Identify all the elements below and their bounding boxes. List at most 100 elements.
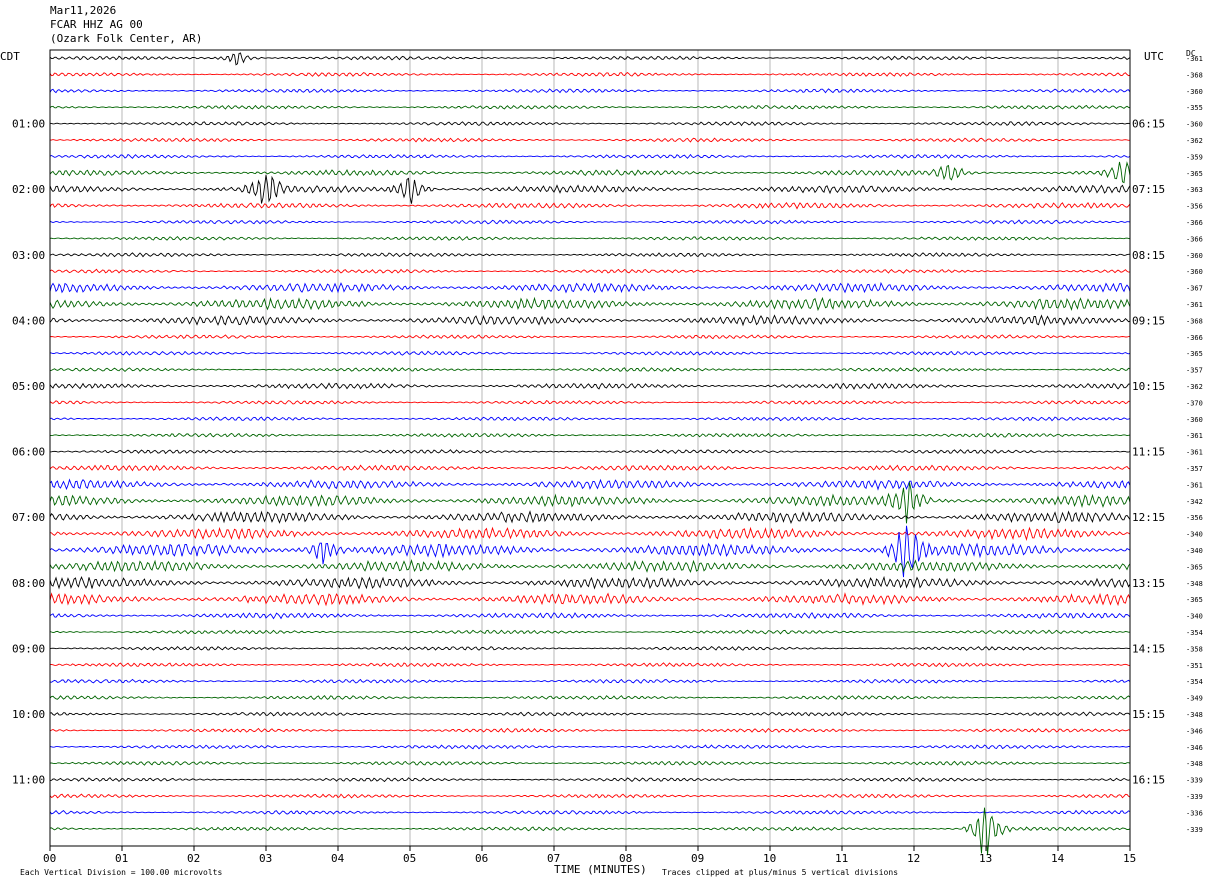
dc-offset-label: -360 [1186, 416, 1203, 424]
dc-offset-label: -346 [1186, 744, 1203, 752]
minute-tick-label: 15 [1123, 852, 1136, 865]
left-hour-label: 08:00 [12, 577, 45, 590]
right-hour-label: 07:15 [1132, 183, 1165, 196]
dc-offset-label: -359 [1186, 153, 1203, 161]
dc-offset-label: -360 [1186, 121, 1203, 129]
dc-offset-label: -368 [1186, 317, 1203, 325]
dc-offset-label: -360 [1186, 268, 1203, 276]
dc-offset-label: -360 [1186, 88, 1203, 96]
minute-tick-label: 03 [259, 852, 272, 865]
trace-row [49, 281, 1131, 294]
left-hour-label: 06:00 [12, 446, 45, 459]
dc-offset-label: -368 [1186, 71, 1203, 79]
scale-note: Each Vertical Division = 100.00 microvol… [20, 868, 222, 877]
trace-row [49, 464, 1131, 472]
dc-offset-label: -361 [1186, 55, 1203, 63]
trace-row [49, 137, 1131, 143]
trace-row [49, 559, 1131, 574]
right-hour-label: 15:15 [1132, 708, 1165, 721]
dc-offset-label: -362 [1186, 137, 1203, 145]
dc-offset-label: -339 [1186, 793, 1203, 801]
right-hour-labels: 06:15 07:15 08:15 09:15 10:15 11:15 12:15 13:15… [1132, 118, 1165, 787]
x-axis-label: TIME (MINUTES) [554, 863, 647, 876]
minute-tick-label: 13 [979, 852, 992, 865]
trace-row [49, 793, 1131, 799]
grid [121, 50, 1059, 846]
dc-offset-label: -351 [1186, 662, 1203, 670]
trace-row [49, 727, 1131, 734]
trace-row [49, 382, 1130, 390]
dc-offset-label: -355 [1186, 104, 1203, 112]
dc-offset-label: -356 [1186, 203, 1203, 211]
dc-offset-label: -365 [1186, 563, 1203, 571]
left-hour-label: 01:00 [12, 118, 45, 131]
trace-row [49, 645, 1130, 651]
trace-row [49, 367, 1131, 373]
trace-row [49, 575, 1131, 590]
trace-row [49, 662, 1131, 668]
dc-offset-label: -357 [1186, 367, 1203, 375]
minute-tick-label: 06 [475, 852, 488, 865]
minute-tick-label: 02 [187, 852, 200, 865]
right-hour-label: 09:15 [1132, 314, 1165, 327]
dc-offset-label: -362 [1186, 383, 1203, 391]
dc-offset-label: -357 [1186, 465, 1203, 473]
trace-row [49, 252, 1131, 258]
trace-row [49, 72, 1131, 78]
trace-row [49, 809, 1131, 816]
right-hour-label: 14:15 [1132, 642, 1165, 655]
clip-note: Traces clipped at plus/minus 5 vertical … [662, 868, 898, 877]
dc-offset-label: -361 [1186, 301, 1203, 309]
trace-row [49, 678, 1131, 684]
dc-offset-label: -348 [1186, 580, 1203, 588]
trace-row [49, 219, 1131, 225]
dc-offset-label: -365 [1186, 170, 1203, 178]
left-hour-label: 10:00 [12, 708, 45, 721]
right-hour-label: 08:15 [1132, 249, 1165, 262]
dc-offset-label: -358 [1186, 645, 1203, 653]
trace-row [49, 807, 1131, 856]
trace-row [49, 629, 1130, 635]
trace-row [49, 432, 1131, 438]
trace-row [49, 711, 1131, 717]
dc-offset-label: -346 [1186, 727, 1203, 735]
trace-row [49, 526, 1131, 542]
minute-tick-label: 01 [115, 852, 128, 865]
trace-row [49, 153, 1131, 159]
minute-tick-label: 00 [43, 852, 56, 865]
trace-row [49, 510, 1131, 524]
trace-row [49, 104, 1131, 110]
right-hour-label: 13:15 [1132, 577, 1165, 590]
seismic-traces [49, 52, 1131, 856]
right-hour-label: 11:15 [1132, 446, 1165, 459]
dc-offset-label: -366 [1186, 235, 1203, 243]
right-hour-label: 16:15 [1132, 774, 1165, 787]
trace-row [49, 88, 1131, 94]
dc-offset-label: -366 [1186, 334, 1203, 342]
dc-offset-label: -354 [1186, 678, 1203, 686]
trace-row [49, 695, 1131, 701]
dc-offset-label: -340 [1186, 547, 1203, 555]
left-hour-label: 03:00 [12, 249, 45, 262]
dc-offset-label: -365 [1186, 596, 1203, 604]
right-hour-label: 10:15 [1132, 380, 1165, 393]
minute-tick-label: 09 [691, 852, 704, 865]
trace-row [49, 760, 1131, 766]
trace-row [49, 592, 1131, 607]
trace-row [49, 201, 1131, 210]
minute-tick-label: 11 [835, 852, 848, 865]
trace-row [49, 174, 1131, 204]
helicorder-plot: 01:00 02:00 03:00 04:00 05:00 06:00 07:00 08:00… [12, 49, 1203, 877]
trace-row [49, 121, 1131, 127]
trace-row [49, 161, 1131, 184]
dc-offset-label: -365 [1186, 350, 1203, 358]
dc-offset-label: -339 [1186, 777, 1203, 785]
trace-row [49, 350, 1131, 356]
left-hour-labels: 01:00 02:00 03:00 04:00 05:00 06:00 07:00 08:00… [12, 118, 45, 787]
dc-offset-label: -340 [1186, 531, 1203, 539]
trace-row [49, 296, 1131, 312]
trace-row [49, 478, 1131, 491]
dc-offset-label: -361 [1186, 449, 1203, 457]
trace-row [49, 777, 1131, 783]
dc-offset-label: -363 [1186, 186, 1203, 194]
